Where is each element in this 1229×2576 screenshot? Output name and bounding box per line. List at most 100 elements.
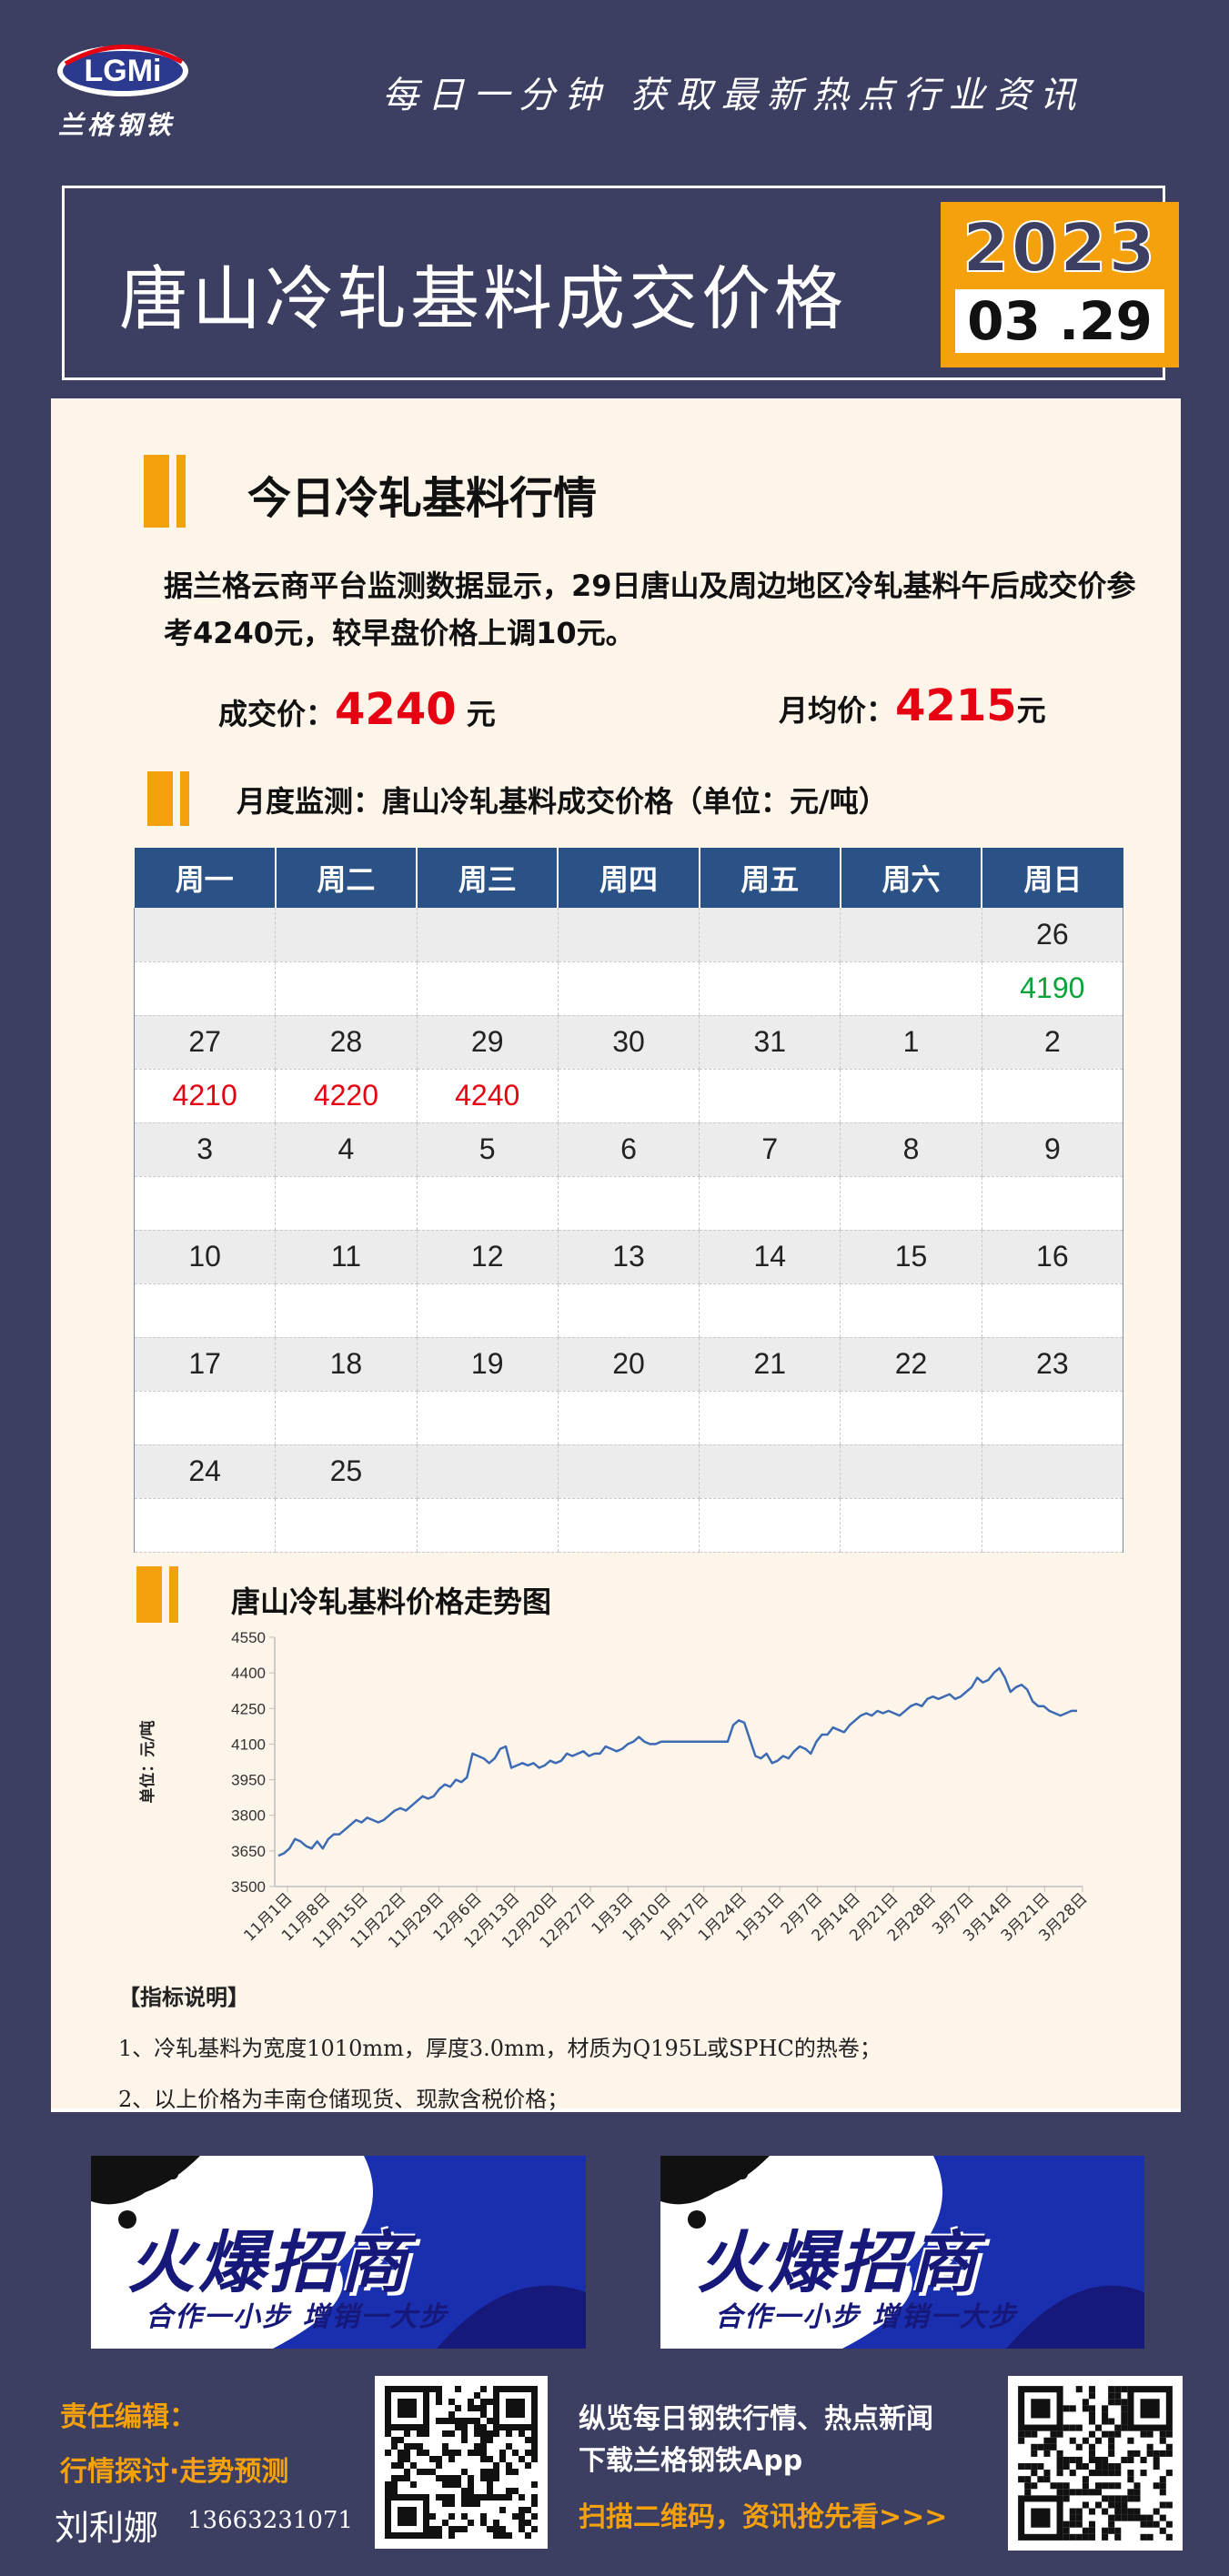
calendar-day-cell: 6 xyxy=(557,1122,700,1177)
calendar-price-cell xyxy=(840,1069,982,1123)
calendar-price-cell xyxy=(133,1391,276,1445)
calendar-day-cell: 19 xyxy=(416,1337,559,1392)
calendar-day-cell: 25 xyxy=(275,1444,418,1499)
calendar-price-cell xyxy=(275,1283,418,1338)
calendar-day-cell xyxy=(840,1444,982,1499)
ad-title: 火爆招商 xyxy=(697,2224,981,2302)
calendar-price-cell xyxy=(840,961,982,1016)
calendar-price-cell xyxy=(416,1283,559,1338)
calendar-day-cell: 18 xyxy=(275,1337,418,1392)
calendar-day-cell xyxy=(416,1444,559,1499)
y-tick-label: 4400 xyxy=(231,1665,266,1682)
calendar-day-cell: 31 xyxy=(699,1015,841,1070)
calendar-price-cell xyxy=(981,1176,1124,1231)
calendar-price-cell xyxy=(699,961,841,1016)
page-title: 唐山冷轧基料成交价格 xyxy=(119,258,847,339)
date-bar: 03 .29 xyxy=(955,289,1164,353)
avg-price: 月均价：4215元 xyxy=(779,680,1046,731)
calendar-day-cell: 12 xyxy=(416,1230,559,1284)
calendar-price-cell xyxy=(840,1498,982,1553)
calendar-price-cell xyxy=(840,1283,982,1338)
y-tick-label: 3500 xyxy=(231,1878,266,1896)
calendar-day-cell xyxy=(840,908,982,962)
calendar-header-row: 周一 周二 周三 周四 周五 周六 周日 xyxy=(134,848,1123,908)
footer-editor-name: 刘利娜 xyxy=(55,2508,159,2548)
calendar-day-row: 26 xyxy=(133,908,1124,962)
calendar-price-cell xyxy=(981,1498,1124,1553)
ad-subtitle: 合作一小步 增销一大步 xyxy=(715,2301,1018,2333)
calendar-day-row: 17 18 19 20 21 22 23 xyxy=(133,1337,1124,1392)
lgmi-logo-icon: LGMi xyxy=(57,45,188,96)
note-item: 2、以上价格为丰南仓储现货、现款含税价格； xyxy=(118,2087,569,2112)
y-tick-label: 3950 xyxy=(231,1772,266,1789)
avg-price-label: 月均价： xyxy=(779,693,896,728)
calendar-day-cell: 30 xyxy=(557,1015,700,1070)
price-series-line xyxy=(277,1666,1077,1857)
y-tick-label: 3650 xyxy=(231,1843,266,1860)
calendar-day-cell: 13 xyxy=(557,1230,700,1284)
weekday-header: 周五 xyxy=(698,848,841,908)
deal-price-unit: 元 xyxy=(466,697,496,731)
calendar-day-row: 27 28 29 30 31 1 2 xyxy=(133,1015,1124,1070)
calendar-day-cell: 1 xyxy=(840,1015,982,1070)
calendar-day-cell xyxy=(699,908,841,962)
calendar-price-cell xyxy=(133,1283,276,1338)
calendar-value-row xyxy=(133,1498,1124,1553)
calendar-price-cell xyxy=(275,1391,418,1445)
footer-promo-3[interactable]: 扫描二维码，资讯抢先看>>> xyxy=(579,2494,947,2534)
calendar-day-cell: 4 xyxy=(275,1122,418,1177)
calendar-day-cell xyxy=(699,1444,841,1499)
notes-heading: 【指标说明】 xyxy=(118,1984,249,2010)
footer-topic: 行情探讨·走势预测 xyxy=(60,2456,289,2488)
qr-code-icon[interactable] xyxy=(375,2376,548,2549)
calendar-price-cell xyxy=(557,961,700,1016)
section-marker-icon xyxy=(144,455,186,528)
qr-code-icon[interactable] xyxy=(1008,2376,1183,2551)
calendar-day-cell: 26 xyxy=(981,908,1124,962)
y-tick-label: 4550 xyxy=(231,1629,266,1646)
calendar-day-cell xyxy=(133,908,276,962)
calendar-day-cell: 2 xyxy=(981,1015,1124,1070)
calendar-day-cell: 9 xyxy=(981,1122,1124,1177)
ad-banner[interactable]: 火爆招商 合作一小步 增销一大步 xyxy=(91,2156,586,2349)
date-year: 2023 xyxy=(962,208,1157,288)
calendar-price-cell xyxy=(416,961,559,1016)
footer-promo-1: 纵览每日钢铁行情、热点新闻 xyxy=(579,2403,933,2435)
section-marker-icon xyxy=(147,771,189,826)
footer-editor-label: 责任编辑： xyxy=(60,2401,196,2433)
trend-heading: 唐山冷轧基料价格走势图 xyxy=(231,1585,552,1619)
calendar-day-cell: 15 xyxy=(840,1230,982,1284)
footer-phone[interactable]: 13663231071 xyxy=(187,2507,353,2534)
calendar-price-cell xyxy=(557,1283,700,1338)
ad-title: 火爆招商 xyxy=(127,2224,411,2302)
brand-name: 兰格钢铁 xyxy=(58,110,176,140)
calendar-price-cell xyxy=(275,1176,418,1231)
date-month-day: 03 .29 xyxy=(967,290,1153,352)
calendar-day-cell: 14 xyxy=(699,1230,841,1284)
calendar-price-cell xyxy=(981,1391,1124,1445)
price-trend-chart: 35003650380039504100425044004550单位：元/吨11… xyxy=(138,1629,1092,1952)
section-marker-icon xyxy=(136,1566,178,1623)
calendar-price-cell xyxy=(133,961,276,1016)
deal-price: 成交价：4240 元 xyxy=(218,684,496,735)
ad-subtitle: 合作一小步 增销一大步 xyxy=(146,2301,448,2333)
slogan: 每日一分钟 获取最新热点行业资讯 xyxy=(382,75,1085,116)
calendar-price-cell: 4210 xyxy=(133,1069,276,1123)
price-calendar: 周一 周二 周三 周四 周五 周六 周日 26 4190 27 28 29 30 31 1 2 4210 422… xyxy=(133,848,1124,1553)
calendar-value-row: 4190 xyxy=(133,961,1124,1016)
calendar-price-cell: 4240 xyxy=(416,1069,559,1123)
calendar-price-cell xyxy=(416,1498,559,1553)
calendar-day-cell: 23 xyxy=(981,1337,1124,1392)
calendar-day-cell: 17 xyxy=(133,1337,276,1392)
ad-banner[interactable]: 火爆招商 合作一小步 增销一大步 xyxy=(660,2156,1144,2349)
notes: 【指标说明】 1、冷轧基料为宽度1010mm，厚度3.0mm，材质为Q195L或… xyxy=(118,1972,1119,2125)
monthly-heading: 月度监测：唐山冷轧基料成交价格（单位：元/吨） xyxy=(237,784,888,819)
calendar-day-cell: 20 xyxy=(557,1337,700,1392)
weekday-header: 周六 xyxy=(839,848,982,908)
calendar-value-row xyxy=(133,1391,1124,1445)
y-tick-label: 3800 xyxy=(231,1807,266,1825)
footer-promo-2: 下载兰格钢铁App xyxy=(579,2445,803,2477)
calendar-day-cell: 22 xyxy=(840,1337,982,1392)
y-tick-label: 4250 xyxy=(231,1700,266,1717)
calendar-value-row xyxy=(133,1283,1124,1338)
